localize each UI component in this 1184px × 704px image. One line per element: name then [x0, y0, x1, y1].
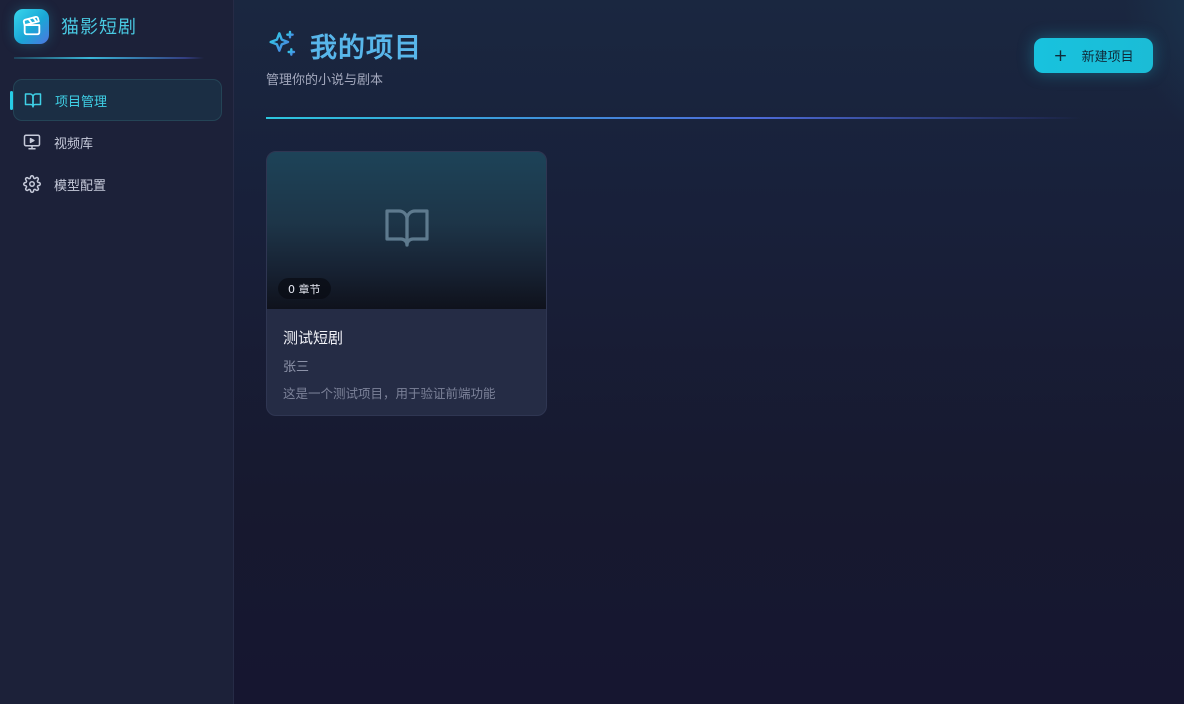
- sidebar-item-label: 视频库: [54, 136, 94, 152]
- app-root: 猫影短剧 项目管理 视频库 模型配置 我的项目 管理你的小说与剧本 + 新建项目…: [0, 0, 1184, 704]
- sidebar: 猫影短剧 项目管理 视频库 模型配置: [0, 0, 234, 704]
- page-subtitle: 管理你的小说与剧本: [266, 73, 384, 88]
- project-description: 这是一个测试项目，用于验证前端功能: [283, 386, 496, 401]
- new-project-label: 新建项目: [1081, 50, 1134, 65]
- book-open-icon: [24, 91, 42, 109]
- project-title: 测试短剧: [283, 329, 344, 347]
- monitor-play-icon: [23, 133, 41, 151]
- project-cover: 0 章节: [267, 152, 546, 309]
- project-card[interactable]: 0 章节 测试短剧 张三 这是一个测试项目，用于验证前端功能: [266, 151, 547, 416]
- book-open-icon: [383, 203, 431, 255]
- project-author: 张三: [283, 360, 310, 375]
- page-title: 我的项目: [310, 33, 422, 64]
- brand-divider: [14, 57, 204, 59]
- main-content: 我的项目 管理你的小说与剧本 + 新建项目 0 章节 测试短剧 张三 这是一个测…: [234, 0, 1184, 704]
- chapter-count-badge: 0 章节: [278, 278, 331, 299]
- sidebar-nav: 项目管理 视频库 模型配置: [0, 79, 234, 205]
- header-divider: [266, 117, 1081, 119]
- sidebar-item-video-library[interactable]: 视频库: [0, 121, 234, 163]
- page-header: 我的项目 管理你的小说与剧本: [266, 26, 422, 88]
- gear-icon: [23, 175, 41, 193]
- sidebar-item-label: 项目管理: [55, 94, 108, 110]
- sparkles-icon: [266, 28, 298, 64]
- sidebar-item-projects[interactable]: 项目管理: [10, 79, 222, 121]
- brand[interactable]: 猫影短剧: [0, 0, 233, 52]
- clapperboard-icon: [14, 8, 49, 44]
- plus-icon: +: [1053, 45, 1068, 66]
- brand-name: 猫影短剧: [61, 17, 137, 38]
- title-row: 我的项目: [266, 26, 422, 65]
- new-project-button[interactable]: + 新建项目: [1034, 38, 1153, 73]
- sidebar-item-label: 模型配置: [54, 178, 107, 194]
- project-card-body: 测试短剧 张三 这是一个测试项目，用于验证前端功能: [267, 309, 546, 402]
- sidebar-item-model-config[interactable]: 模型配置: [0, 163, 234, 205]
